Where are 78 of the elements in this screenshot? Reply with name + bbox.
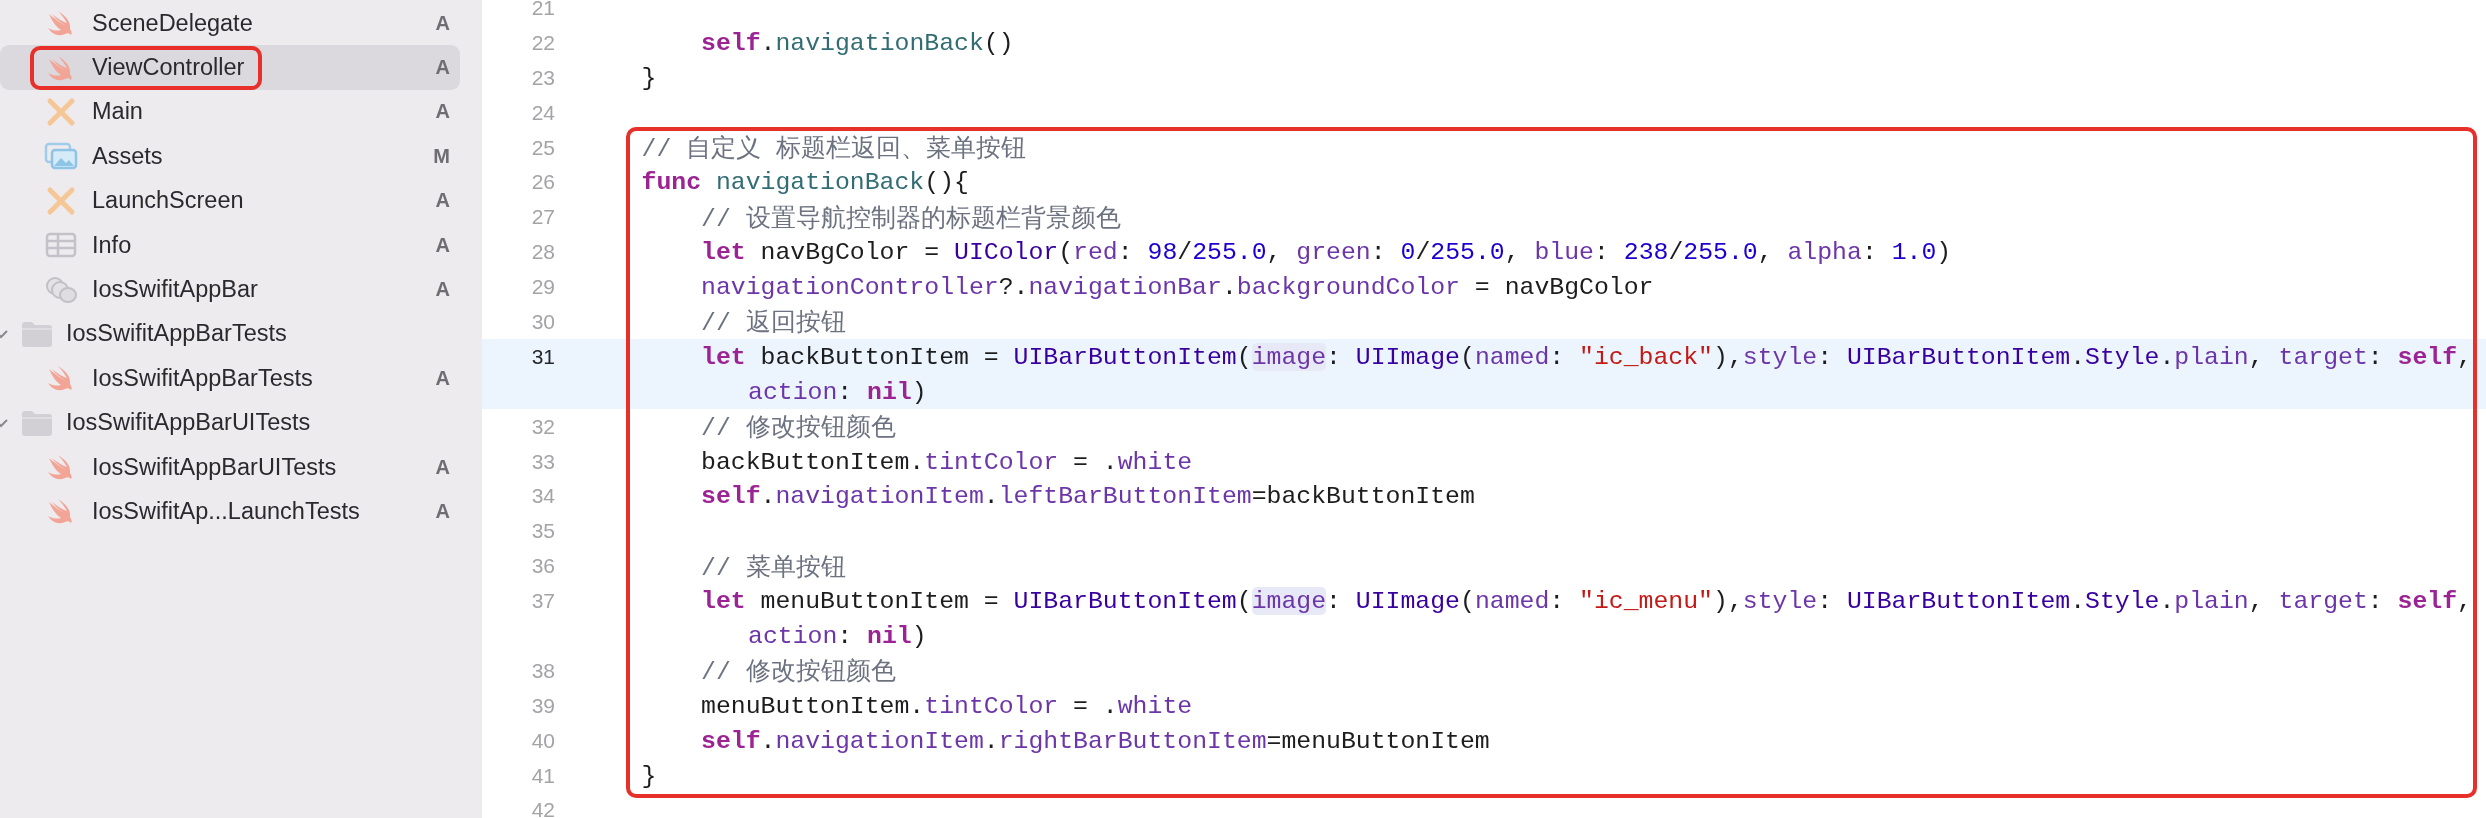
line-number: 24: [530, 100, 555, 125]
file-name: IosSwifitAppBar: [92, 276, 258, 304]
status-letter: M: [433, 144, 450, 168]
line-number: 41: [530, 763, 555, 788]
stacked-discs-icon: [44, 274, 78, 305]
folder-name: IosSwifitAppBarUITests: [66, 409, 311, 437]
code-line: // 菜单按钮: [700, 552, 846, 583]
code-line: func navigationBack(){: [640, 168, 969, 197]
line-number: 23: [530, 65, 555, 90]
line-number: 29: [530, 275, 555, 300]
code-line: backButtonItem.tintColor = .white: [700, 447, 1193, 476]
code-line: // 设置导航控制器的标题栏背景颜色: [700, 203, 1121, 234]
line-number: 25: [530, 135, 555, 160]
folder-row[interactable]: IosSwifitAppBarTests: [0, 311, 482, 357]
status-letter: A: [435, 500, 450, 523]
status-letter: A: [435, 189, 450, 213]
line-number: 35: [530, 519, 555, 544]
line-number: 32: [530, 414, 555, 439]
line-number: 22: [530, 30, 555, 55]
file-name: SceneDelegate: [92, 9, 253, 37]
line-number: 27: [530, 205, 555, 230]
code-line: action: nil): [748, 377, 927, 406]
code-line: action: nil): [748, 621, 927, 650]
line-number: 31: [530, 344, 555, 369]
status-letter: A: [435, 100, 450, 124]
file-row[interactable]: LaunchScreen A: [0, 178, 460, 223]
code-line: // 自定义 标题栏返回、菜单按钮: [640, 134, 1027, 164]
code-line: self.navigationBack(): [700, 28, 1014, 57]
code-line: let backButtonItem = UIBarButtonItem(image: UIImage(named: "ic_back"),style: UIBarButtonItem.Style.plain, target: self,: [700, 342, 2472, 371]
file-row[interactable]: IosSwifitAppBarTests A: [0, 356, 460, 401]
file-name: LaunchScreen: [92, 187, 244, 215]
file-row[interactable]: SceneDelegate A: [0, 1, 460, 46]
photo-stack-icon: [44, 141, 78, 172]
line-number: 39: [530, 693, 555, 718]
line-number: 33: [530, 449, 555, 474]
file-name: ViewController: [92, 54, 245, 82]
code-line: }: [640, 761, 657, 790]
code-line: // 返回按钮: [700, 308, 846, 339]
file-row[interactable]: ViewController A: [0, 45, 460, 90]
status-letter: A: [435, 278, 450, 302]
code-line: }: [640, 63, 657, 92]
code-line: navigationController?.navigationBar.backgroundColor = navBgColor: [700, 273, 1654, 302]
line-number: 36: [530, 554, 555, 579]
status-letter: A: [435, 455, 450, 479]
line-number: 42: [530, 798, 555, 818]
file-row[interactable]: IosSwifitAppBarUITests A: [0, 444, 460, 490]
code-line: self.navigationItem.leftBarButtonItem=backButtonItem: [700, 482, 1475, 511]
status-letter: A: [435, 233, 450, 257]
file-name: Info: [92, 231, 132, 259]
line-number: 21: [530, 0, 555, 20]
code-line: let navBgColor = UIColor(red: 98/255.0, green: 0/255.0, blue: 238/255.0, alpha: 1.0): [700, 238, 1952, 267]
file-name: Main: [92, 98, 143, 126]
line-number: 37: [530, 589, 555, 614]
code-line: let menuButtonItem = UIBarButtonItem(image: UIImage(named: "ic_menu"),style: UIBarButtonItem.Style.plain, target: self,: [700, 587, 2472, 616]
status-letter: A: [435, 366, 450, 390]
code-line: menuButtonItem.tintColor = .white: [700, 691, 1193, 720]
line-number: 40: [530, 728, 555, 753]
line-number: 30: [530, 309, 555, 334]
status-letter: A: [435, 56, 450, 80]
line-number: 38: [530, 658, 555, 683]
line-number: 28: [530, 240, 555, 265]
file-row[interactable]: IosSwifitAp...LaunchTests A: [0, 489, 460, 534]
code-line: // 修改按钮颜色: [700, 413, 896, 444]
file-name: IosSwifitAppBarUITests: [92, 453, 337, 481]
line-number: 26: [530, 170, 555, 195]
folder-row[interactable]: IosSwifitAppBarUITests: [0, 400, 482, 445]
file-name: Assets: [92, 142, 163, 170]
file-row[interactable]: Assets M: [0, 134, 460, 179]
file-name: IosSwifitAp...LaunchTests: [92, 498, 360, 525]
file-row[interactable]: Main A: [0, 89, 460, 135]
code-line: self.navigationItem.rightBarButtonItem=menuButtonItem: [700, 726, 1490, 755]
file-name: IosSwifitAppBarTests: [92, 364, 313, 392]
file-row[interactable]: Info A: [0, 222, 460, 268]
line-number: 34: [530, 484, 555, 509]
status-letter: A: [435, 11, 450, 35]
file-row[interactable]: IosSwifitAppBar A: [0, 267, 460, 312]
folder-name: IosSwifitAppBarTests: [66, 320, 287, 348]
code-line: // 修改按钮颜色: [700, 657, 896, 688]
